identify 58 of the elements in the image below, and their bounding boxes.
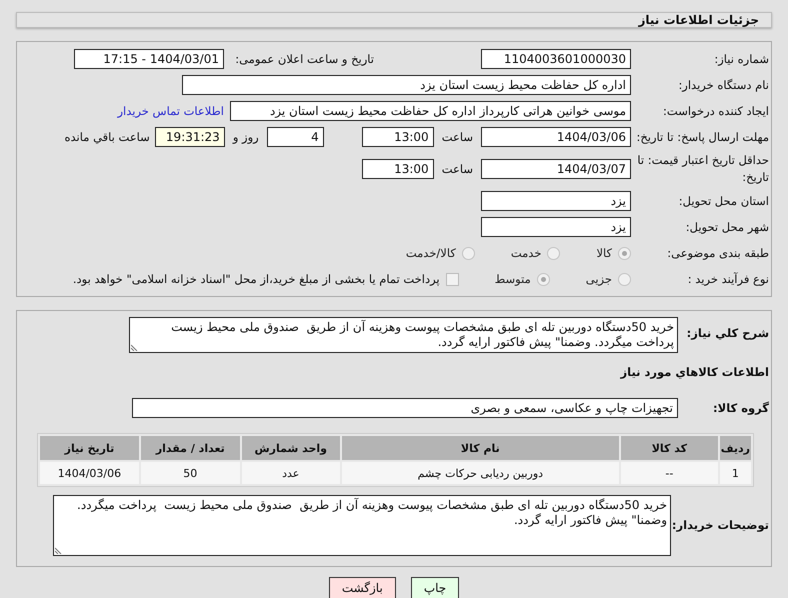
process-radio[interactable]: جزیی: [586, 272, 631, 286]
payment-checkbox[interactable]: [446, 272, 459, 286]
need-number-field[interactable]: 1104003601000030: [481, 49, 631, 69]
field-label: حداقل تاریخ اعتبار قیمت: تا تاریخ:: [636, 152, 770, 186]
payment-note: پرداخت تمام یا بخشی از مبلغ خرید،از محل "اسناد خزانه اسلامی" خواهد بود.: [72, 272, 440, 286]
field-label: تاریخ و ساعت اعلان عمومی:: [234, 50, 375, 68]
section-heading: اطلاعات کالاهاي مورد نیاز: [620, 365, 770, 379]
column-header: نام کالا: [342, 436, 619, 460]
column-header: واحد شمارش: [242, 436, 340, 460]
print-button[interactable]: چاپ: [410, 577, 460, 598]
description-field[interactable]: خرید 50دستگاه دوربین تله ای طبق مشخصات پیوست وهزینه آن از طریق صندوق ملی محیط زیست پرداخت میگردد. وضمنا" پیش فاکتور ارایه گردد.: [129, 317, 678, 353]
table-cell: 1: [720, 462, 751, 484]
date-field[interactable]: 1404/03/07: [481, 159, 631, 179]
buyer-contact-link[interactable]: اطلاعات تماس خریدار: [117, 104, 224, 118]
goods-group-field[interactable]: تجهیزات چاپ و عکاسی، سمعی و بصری: [132, 398, 678, 418]
column-header: ردیف: [720, 436, 751, 460]
time-field[interactable]: 13:00: [362, 127, 434, 147]
field-label: شرح کلي نیاز:: [686, 325, 770, 342]
field-label: نوع فرآیند خرید :: [686, 270, 770, 288]
column-header: تاریخ نیاز: [40, 436, 139, 460]
resize-grip-icon[interactable]: [131, 344, 138, 351]
buyer-org-field[interactable]: اداره کل حفاظت محیط زیست استان یزد: [182, 75, 631, 95]
field-label: ساعت: [442, 130, 473, 144]
field-label: استان محل تحویل:: [678, 192, 770, 210]
table-cell: --: [620, 462, 718, 484]
field-label: گروه کالا:: [712, 400, 770, 416]
page-title: جزئیات اطلاعات نیاز: [16, 12, 772, 28]
category-radio[interactable]: کالا: [596, 246, 631, 260]
remaining-time-field: 19:31:23: [154, 127, 225, 147]
resize-grip-icon[interactable]: [55, 547, 62, 554]
category-radio[interactable]: خدمت: [510, 246, 560, 260]
buyer-notes-field[interactable]: خرید 50دستگاه دوربین تله ای طبق مشخصات پیوست وهزینه آن از طریق صندوق ملی محیط زیست پرداخت میگردد. وضمنا" پیش فاکتور ارایه گردد.: [53, 495, 671, 556]
process-radio[interactable]: متوسط: [494, 272, 550, 286]
requester-field[interactable]: موسی خوانین هراتی کارپرداز اداره کل حفاظت محیط زیست استان یزد: [230, 101, 631, 121]
field-label: ساعت: [442, 162, 473, 176]
city-field[interactable]: یزد: [481, 217, 631, 237]
time-field[interactable]: 13:00: [362, 159, 434, 179]
days-field[interactable]: 4: [266, 127, 324, 147]
table-cell: عدد: [242, 462, 340, 484]
table-cell: 50: [140, 462, 240, 484]
field-label: شهر محل تحویل:: [684, 218, 770, 236]
field-label: ساعت باقي مانده: [64, 130, 150, 144]
province-field[interactable]: یزد: [481, 191, 631, 211]
announce-date-field[interactable]: 1404/03/01 - 17:15: [74, 49, 224, 69]
field-label: روز و: [232, 130, 259, 144]
table-cell: دوربین ردیابی حرکات چشم: [342, 462, 619, 484]
category-radio[interactable]: کالا/خدمت: [406, 246, 475, 260]
column-header: تعداد / مقدار: [140, 436, 240, 460]
field-label: شماره نیاز:: [713, 50, 770, 68]
back-button[interactable]: بازگشت: [328, 577, 396, 598]
field-label: ایجاد کننده درخواست:: [662, 102, 770, 120]
table-cell: 1404/03/06: [40, 462, 139, 484]
field-label: توضیحات خریدار:: [671, 517, 770, 534]
field-label: نام دستگاه خریدار:: [677, 76, 770, 94]
field-label: مهلت ارسال پاسخ: تا تاریخ:: [635, 128, 770, 146]
field-label: طبقه بندی موضوعی:: [666, 244, 770, 262]
date-field[interactable]: 1404/03/06: [481, 127, 631, 147]
column-header: کد کالا: [620, 436, 718, 460]
